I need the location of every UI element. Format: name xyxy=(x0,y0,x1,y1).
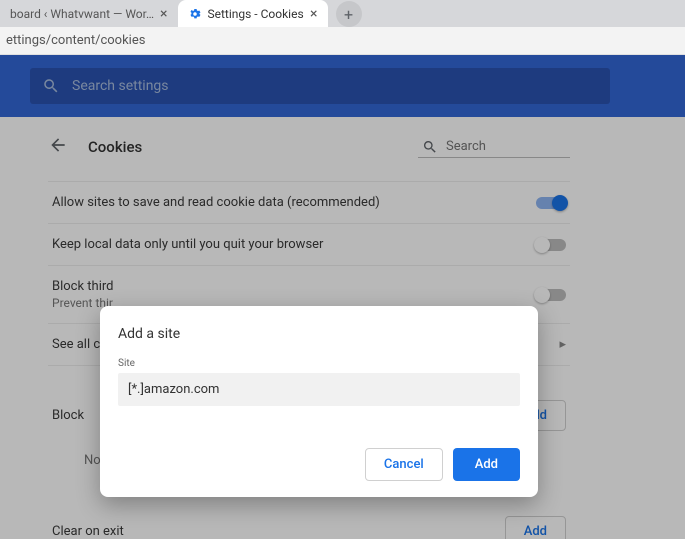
tab-title: board ‹ Whatvwant — Wor… xyxy=(10,7,154,21)
tab-settings[interactable]: Settings - Cookies × xyxy=(178,0,328,27)
tab-strip: board ‹ Whatvwant — Wor… × Settings - Co… xyxy=(0,0,685,27)
url-text: ettings/content/cookies xyxy=(6,33,145,48)
tab-whatvwant[interactable]: board ‹ Whatvwant — Wor… × xyxy=(0,0,178,27)
close-icon[interactable]: × xyxy=(310,6,317,22)
add-button[interactable]: Add xyxy=(453,448,520,481)
address-bar[interactable]: ettings/content/cookies xyxy=(0,27,685,55)
dialog-title: Add a site xyxy=(118,326,520,342)
dialog-buttons: Cancel Add xyxy=(118,448,520,481)
content-area: Cookies Allow sites to save and read coo… xyxy=(0,55,685,539)
gear-icon xyxy=(188,7,202,21)
add-site-dialog: Add a site Site Cancel Add xyxy=(100,306,538,497)
tab-title: Settings - Cookies xyxy=(208,7,305,21)
new-tab-button[interactable]: + xyxy=(336,1,362,27)
close-icon[interactable]: × xyxy=(160,6,167,22)
site-input[interactable] xyxy=(118,373,520,406)
site-field-label: Site xyxy=(118,358,520,369)
cancel-button[interactable]: Cancel xyxy=(365,448,443,481)
